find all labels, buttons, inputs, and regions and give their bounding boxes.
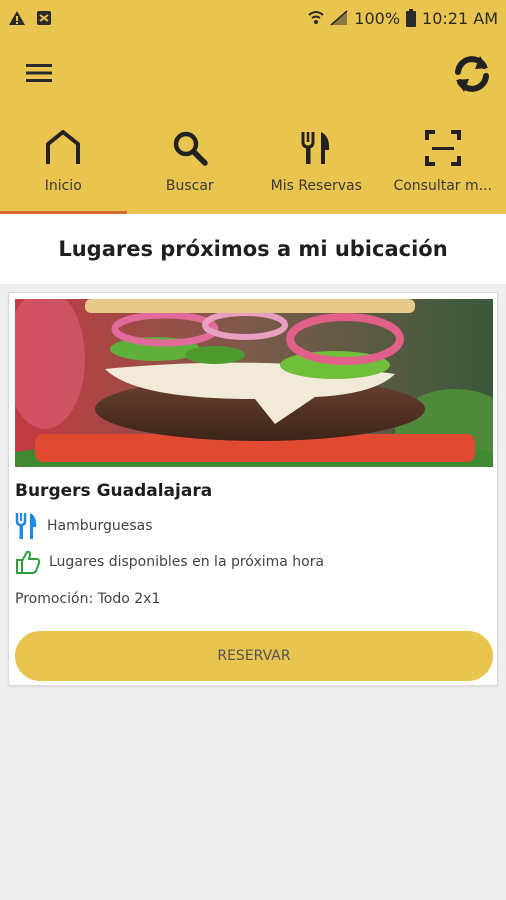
category-row: Hamburguesas — [15, 511, 153, 541]
category-label: Hamburguesas — [47, 518, 153, 534]
tab-buscar-label: Buscar — [165, 178, 214, 194]
section-title: Lugares próximos a mi ubicación — [58, 237, 448, 261]
reserve-button[interactable]: RESERVAR — [15, 631, 493, 681]
restaurant-photo — [15, 299, 493, 467]
availability-label: Lugares disponibles en la próxima hora — [49, 554, 325, 570]
wifi-icon — [308, 11, 324, 24]
tab-inicio-label: Inicio — [44, 178, 82, 194]
restaurant-card[interactable]: Burgers Guadalajara Hamburguesas Lugares… — [8, 292, 498, 686]
image-icon — [37, 11, 51, 25]
hamburger-menu-icon — [26, 64, 52, 82]
tab-inicio[interactable]: Inicio — [0, 112, 127, 214]
promotion-label: Promoción: Todo 2x1 — [15, 591, 161, 607]
app-toolbar — [0, 36, 506, 112]
search-icon — [173, 131, 208, 166]
battery-icon — [406, 9, 417, 27]
tab-consultar[interactable]: Consultar m... — [380, 112, 506, 214]
tab-mis-reservas[interactable]: Mis Reservas — [253, 112, 380, 214]
fork-knife-icon — [301, 132, 330, 164]
scan-icon — [424, 130, 461, 166]
status-bar: 100% 10:21 AM — [0, 0, 506, 36]
refresh-button[interactable] — [450, 52, 494, 96]
refresh-icon — [455, 56, 489, 92]
thumbs-up-icon — [16, 550, 41, 574]
availability-row: Lugares disponibles en la próxima hora — [15, 549, 324, 575]
tab-mis-reservas-label: Mis Reservas — [270, 178, 362, 194]
signal-icon — [330, 10, 348, 26]
battery-percent: 100% — [354, 8, 401, 28]
clock: 10:21 AM — [422, 8, 498, 28]
warning-icon — [9, 11, 25, 25]
tab-buscar[interactable]: Buscar — [127, 112, 254, 214]
tab-bar: Inicio Buscar Mis Reservas Consultar m..… — [0, 112, 506, 214]
menu-button[interactable] — [22, 58, 56, 88]
section-header: Lugares próximos a mi ubicación — [0, 214, 506, 284]
home-icon — [46, 130, 81, 164]
restaurant-name: Burgers Guadalajara — [15, 481, 213, 501]
tab-consultar-label: Consultar m... — [393, 178, 493, 194]
fork-knife-icon — [15, 513, 37, 539]
